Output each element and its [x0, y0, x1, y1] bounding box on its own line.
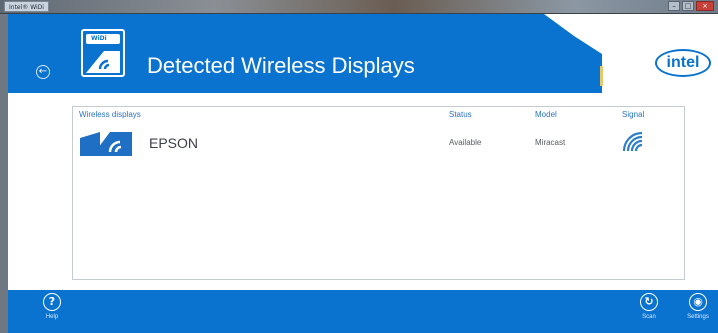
minimize-button[interactable]: –	[668, 1, 680, 11]
window-controls: – □ ×	[668, 1, 714, 11]
widi-logo-icon: WiDi	[81, 29, 125, 77]
scan-label: Scan	[642, 314, 656, 320]
wireless-display-icon	[80, 132, 132, 156]
gear-icon: ◉	[689, 293, 707, 311]
wireless-display-glyph	[86, 51, 120, 73]
settings-button[interactable]: ◉ Settings	[678, 293, 718, 329]
widi-badge-text: WiDi	[91, 35, 107, 42]
display-status: Available	[449, 138, 482, 147]
column-header-status[interactable]: Status	[449, 110, 472, 119]
display-name: EPSON	[149, 135, 199, 151]
signal-strength-icon	[622, 131, 643, 152]
display-model: Miracast	[535, 138, 566, 147]
app-bar: ? Help ↻ Scan ◉ Settings	[8, 290, 718, 333]
help-button[interactable]: ? Help	[32, 293, 72, 329]
maximize-button[interactable]: □	[682, 1, 694, 11]
intel-logo: intel	[655, 49, 711, 77]
page-title: Detected Wireless Displays	[147, 53, 415, 78]
column-header-signal[interactable]: Signal	[622, 110, 644, 119]
widi-app-window: Intel® WiDi – □ × ← WiDi Detected Wirele…	[0, 0, 718, 333]
settings-label: Settings	[687, 314, 709, 320]
header-divider	[600, 66, 603, 86]
main-content: Wireless displays Status Model Signal EP…	[8, 93, 718, 290]
refresh-icon: ↻	[640, 293, 658, 311]
help-icon: ?	[43, 293, 61, 311]
column-header-wireless-displays[interactable]: Wireless displays	[79, 110, 141, 119]
header-banner: ← WiDi Detected Wireless Displays intel	[8, 14, 718, 93]
wireless-displays-list: Wireless displays Status Model Signal EP…	[72, 106, 685, 280]
close-button[interactable]: ×	[696, 1, 714, 11]
back-arrow-icon[interactable]: ←	[36, 65, 50, 79]
list-header: Wireless displays Status Model Signal	[73, 107, 684, 121]
column-header-model[interactable]: Model	[535, 110, 557, 119]
help-label: Help	[45, 314, 59, 320]
scan-button[interactable]: ↻ Scan	[629, 293, 669, 329]
title-bar[interactable]: Intel® WiDi – □ ×	[0, 0, 718, 14]
window-title: Intel® WiDi	[4, 1, 49, 12]
table-row[interactable]: EPSON Available Miracast	[73, 125, 684, 161]
